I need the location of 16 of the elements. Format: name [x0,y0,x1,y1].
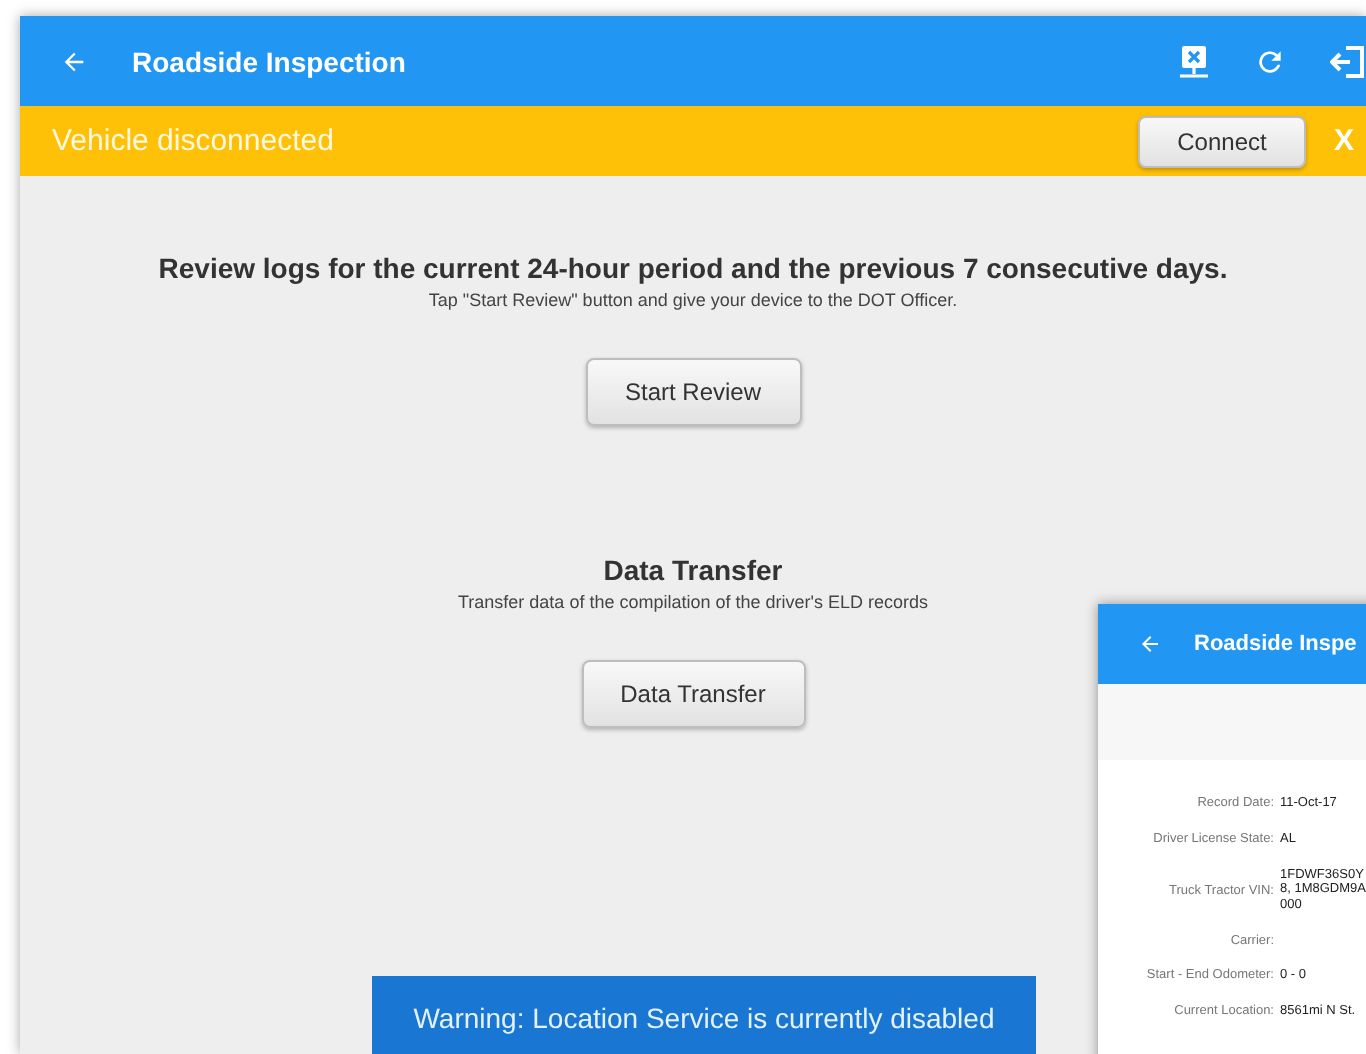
logout-icon[interactable] [1330,43,1366,79]
warning-toast: Warning: Location Service is currently disabled [372,976,1036,1054]
back-button[interactable] [60,47,88,75]
review-heading: Review logs for the current 24-hour period and the previous 7 consecutive days. [158,252,1228,284]
data-transfer-button[interactable]: Data Transfer [581,660,805,728]
transfer-hint: Transfer data of the compilation of the driver's ELD records [458,592,928,612]
back-button[interactable] [1138,632,1162,656]
review-hint: Tap "Start Review" button and give your device to the DOT Officer. [428,290,958,310]
app-title: Roadside Inspection [132,45,408,77]
connect-button[interactable]: Connect [1137,115,1306,167]
refresh-icon[interactable] [1254,45,1286,77]
disconnect-icon[interactable] [1178,43,1210,79]
alert-message: Vehicle disconnected [52,124,336,158]
start-review-button[interactable]: Start Review [585,358,801,426]
transfer-heading: Data Transfer [603,554,783,586]
phone-title: Roadside Inspe [1194,632,1357,656]
